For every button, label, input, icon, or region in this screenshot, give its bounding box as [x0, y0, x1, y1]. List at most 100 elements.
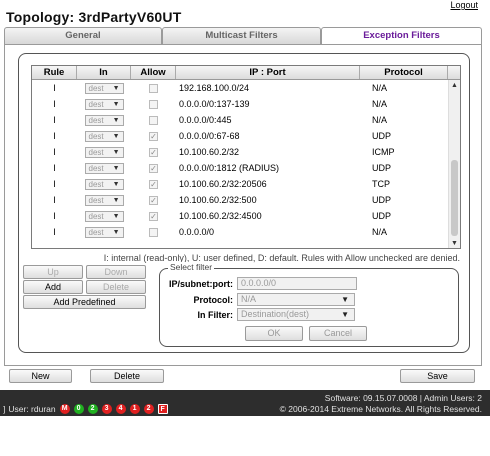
allow-cell: ✓ [131, 195, 176, 205]
scrollbar-thumb[interactable] [451, 160, 458, 236]
rule-cell: I [53, 227, 56, 237]
table-body: Idest ▼ 192.168.100.0/24 N/A Idest ▼ 0.0.0.0/0… [32, 80, 450, 240]
protocol-select[interactable]: N/A ▼ [237, 293, 355, 306]
alarm-badge[interactable]: 3 [101, 404, 112, 414]
scroll-down-icon[interactable]: ▼ [451, 240, 458, 247]
in-select-value: dest [88, 179, 104, 189]
table-row[interactable]: Idest ▼ ✓ 0.0.0.0/0:67-68 UDP [32, 128, 450, 144]
table-row[interactable]: Idest ▼ 0.0.0.0/0 N/A [32, 224, 450, 240]
allow-checkbox[interactable]: ✓ [149, 195, 158, 205]
protocol-cell: UDP [372, 195, 392, 205]
up-button[interactable]: Up [23, 265, 83, 279]
alarm-badge[interactable]: 4 [115, 404, 126, 414]
protocol-label: Protocol: [193, 294, 234, 305]
cancel-button[interactable]: Cancel [309, 326, 367, 341]
in-select[interactable]: dest ▼ [84, 194, 124, 206]
allow-cell: ✓ [131, 147, 176, 157]
new-button[interactable]: New [9, 369, 72, 383]
page-title: Topology: 3rdPartyV60UT [6, 9, 182, 25]
in-select[interactable]: dest ▼ [84, 210, 124, 222]
chevron-down-icon: ▼ [112, 180, 120, 188]
allow-checkbox[interactable]: ✓ [149, 163, 158, 173]
in-cell: dest ▼ [77, 210, 131, 222]
allow-checkbox[interactable]: ✓ [149, 211, 158, 221]
tab-multicast-filters[interactable]: Multicast Filters [162, 27, 321, 44]
table-scrollbar[interactable]: ▲ ▼ [448, 80, 460, 248]
in-select[interactable]: dest ▼ [84, 162, 124, 174]
protocol-cell: N/A [372, 227, 388, 237]
alarm-badge[interactable]: 0 [73, 404, 84, 414]
chevron-down-icon: ▼ [112, 148, 120, 156]
chevron-down-icon: ▼ [112, 84, 120, 92]
rule-cell: I [53, 163, 56, 173]
chevron-down-icon: ▼ [112, 228, 120, 236]
allow-checkbox[interactable] [149, 99, 158, 109]
copyright: © 2006-2014 Extreme Networks. All Rights… [279, 404, 482, 414]
chevron-down-icon: ▼ [112, 132, 120, 140]
in-cell: dest ▼ [77, 226, 131, 238]
chevron-down-icon: ▼ [112, 212, 120, 220]
in-select[interactable]: dest ▼ [84, 130, 124, 142]
protocol-row: Protocol: N/A ▼ [160, 293, 355, 306]
scroll-up-icon[interactable]: ▲ [451, 82, 458, 89]
delete-rule-button[interactable]: Delete [86, 280, 146, 294]
in-select[interactable]: dest ▼ [84, 114, 124, 126]
chevron-down-icon: ▼ [341, 310, 349, 319]
table-row[interactable]: Idest ▼ 0.0.0.0/0:445 N/A [32, 112, 450, 128]
allow-checkbox[interactable] [149, 83, 158, 93]
table-row[interactable]: Idest ▼ ✓ 10.100.60.2/32:4500 UDP [32, 208, 450, 224]
logout-link[interactable]: Logout [450, 0, 478, 10]
table-row[interactable]: Idest ▼ 192.168.100.0/24 N/A [32, 80, 450, 96]
ip-subnet-input[interactable]: 0.0.0.0/0 [237, 277, 357, 290]
ip-port-cell: 0.0.0.0/0:1812 (RADIUS) [179, 163, 280, 173]
table-row[interactable]: Idest ▼ ✓ 10.100.60.2/32:500 UDP [32, 192, 450, 208]
tab-bar: General Multicast Filters Exception Filt… [4, 27, 482, 44]
alarm-badge[interactable]: 2 [87, 404, 98, 414]
table-row[interactable]: Idest ▼ 0.0.0.0/0:137-139 N/A [32, 96, 450, 112]
table-header: Rule In Allow IP : Port Protocol [32, 66, 460, 80]
in-filter-select-value: Destination(dest) [241, 309, 310, 319]
allow-checkbox[interactable] [149, 115, 158, 125]
allow-checkbox[interactable] [149, 227, 158, 237]
delete-button[interactable]: Delete [90, 369, 164, 383]
in-select[interactable]: dest ▼ [84, 178, 124, 190]
user-label: User: rduran [8, 404, 56, 414]
rule-cell: I [53, 115, 56, 125]
save-button[interactable]: Save [400, 369, 475, 383]
ok-button[interactable]: OK [245, 326, 303, 341]
software-version: Software: 09.15.07.0008 | Admin Users: 2 [324, 393, 482, 403]
allow-cell [131, 227, 176, 237]
in-select[interactable]: dest ▼ [84, 146, 124, 158]
in-cell: dest ▼ [77, 98, 131, 110]
in-filter-select[interactable]: Destination(dest) ▼ [237, 308, 355, 321]
allow-checkbox[interactable]: ✓ [149, 131, 158, 141]
rule-cell: I [53, 131, 56, 141]
in-select[interactable]: dest ▼ [84, 98, 124, 110]
alarm-badge[interactable]: F [157, 404, 168, 414]
in-select-value: dest [88, 131, 104, 141]
ip-subnet-label: IP/subnet:port: [169, 278, 233, 289]
allow-cell [131, 115, 176, 125]
alarm-badge[interactable]: M [59, 404, 70, 414]
alarm-badge[interactable]: 1 [129, 404, 140, 414]
tab-exception-filters[interactable]: Exception Filters [321, 27, 482, 44]
table-row[interactable]: Idest ▼ ✓ 0.0.0.0/0:1812 (RADIUS) UDP [32, 160, 450, 176]
in-select-value: dest [88, 227, 104, 237]
down-button[interactable]: Down [86, 265, 146, 279]
allow-checkbox[interactable]: ✓ [149, 147, 158, 157]
column-allow: Allow [131, 66, 176, 79]
add-predefined-button[interactable]: Add Predefined [23, 295, 146, 309]
in-select[interactable]: dest ▼ [84, 226, 124, 238]
table-row[interactable]: Idest ▼ ✓ 10.100.60.2/32 ICMP [32, 144, 450, 160]
allow-checkbox[interactable]: ✓ [149, 179, 158, 189]
alarm-badge[interactable]: 2 [143, 404, 154, 414]
allow-cell: ✓ [131, 211, 176, 221]
in-select-value: dest [88, 163, 104, 173]
add-button[interactable]: Add [23, 280, 83, 294]
tab-general[interactable]: General [4, 27, 162, 44]
table-row[interactable]: Idest ▼ ✓ 10.100.60.2/32:20506 TCP [32, 176, 450, 192]
in-select-value: dest [88, 115, 104, 125]
ip-port-cell: 10.100.60.2/32:4500 [179, 211, 262, 221]
in-select[interactable]: dest ▼ [84, 82, 124, 94]
in-cell: dest ▼ [77, 162, 131, 174]
